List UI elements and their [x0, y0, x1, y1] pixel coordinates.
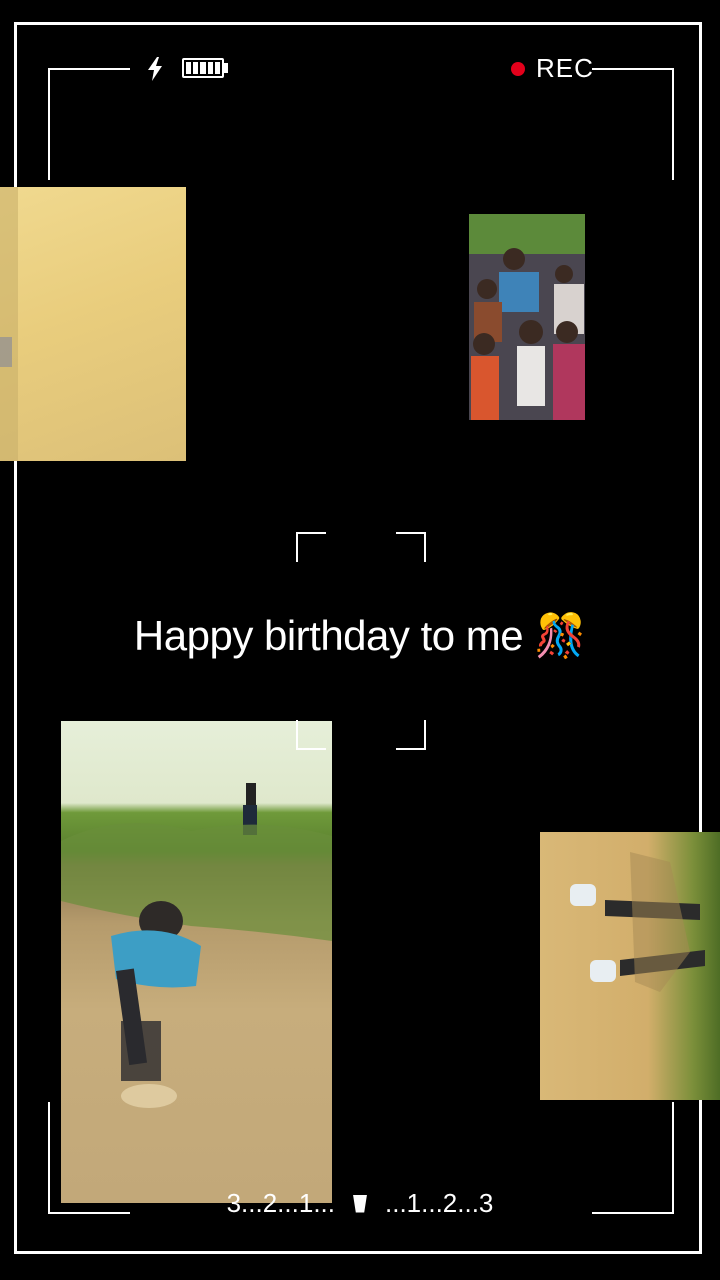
focus-corner-bottom-right [396, 720, 426, 750]
corner-top-left [48, 68, 130, 180]
corner-top-right [592, 68, 674, 180]
countdown-bar: 3...2...1... ...1...2...3 [0, 1188, 720, 1219]
record-dot-icon [511, 62, 525, 76]
focus-corner-bottom-left [296, 720, 326, 750]
flash-icon [148, 57, 162, 81]
rec-label: REC [536, 53, 594, 83]
focus-corner-top-left [296, 532, 326, 562]
countdown-left: 3...2...1... [226, 1188, 335, 1218]
photo-river [61, 721, 332, 1203]
photo-group [469, 214, 585, 420]
birthday-caption: Happy birthday to me 🎊 [133, 612, 587, 659]
cup-icon [353, 1194, 367, 1213]
battery-tip [224, 63, 228, 73]
photo-left-top [0, 187, 186, 461]
countdown-right: ...1...2...3 [385, 1188, 494, 1218]
photo-right-bottom [540, 832, 720, 1100]
battery-icon [182, 58, 224, 78]
focus-corner-top-right [396, 532, 426, 562]
